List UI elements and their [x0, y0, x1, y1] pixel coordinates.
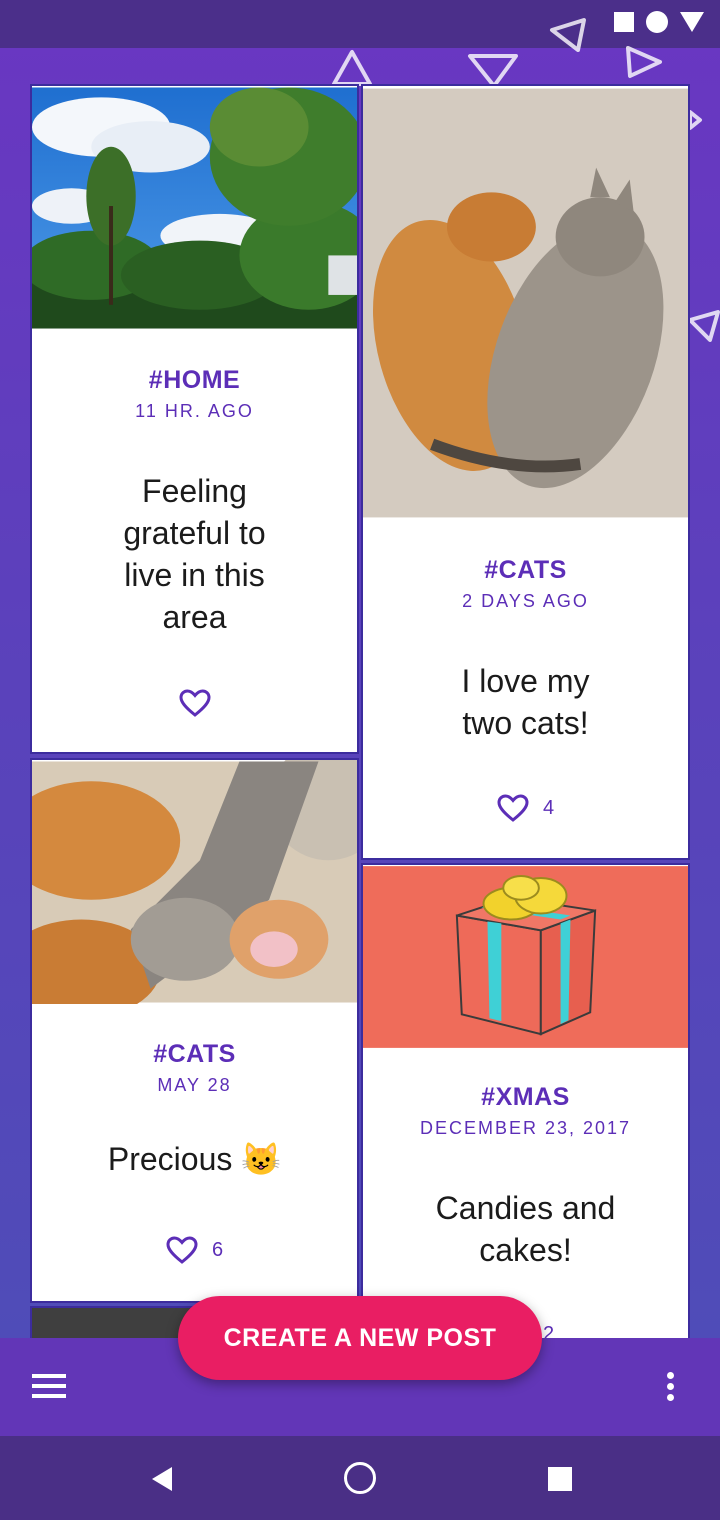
triangle-icon — [680, 12, 704, 32]
heart-icon[interactable] — [166, 1236, 198, 1264]
post-date: MAY 28 — [157, 1075, 232, 1095]
post-text: Candies and cakes! — [435, 1190, 616, 1268]
tree-sky-photo — [32, 87, 357, 329]
post-date: DECEMBER 23, 2017 — [419, 1118, 632, 1138]
like-row[interactable] — [32, 689, 357, 717]
post-card[interactable]: #HOME 11 HR. AGO Feeling grateful to liv… — [30, 84, 359, 754]
like-count: 6 — [211, 1238, 224, 1261]
home-icon[interactable] — [344, 1462, 376, 1494]
status-bar — [0, 0, 720, 48]
heart-icon[interactable] — [178, 689, 211, 717]
post-date: 11 HR. AGO — [135, 401, 254, 421]
like-count: 4 — [542, 796, 555, 819]
post-text: I love my two cats! — [461, 663, 590, 741]
like-row[interactable]: 4 — [363, 794, 688, 822]
heart-icon[interactable] — [497, 794, 529, 822]
post-text: Precious 😺 — [107, 1141, 282, 1177]
recents-icon[interactable] — [548, 1467, 572, 1491]
circle-icon — [646, 11, 668, 33]
cat-paws-photo — [32, 760, 357, 1004]
hamburger-menu-icon[interactable] — [32, 1374, 66, 1400]
post-tag[interactable]: #XMAS — [363, 1083, 688, 1112]
system-nav-bar — [0, 1436, 720, 1520]
square-icon — [614, 12, 634, 32]
post-tag[interactable]: #CATS — [32, 1040, 357, 1069]
gift-box-illustration — [363, 866, 688, 1048]
post-card[interactable]: #CATS 2 DAYS AGO I love my two cats! 4 — [361, 84, 690, 860]
create-post-button[interactable]: CREATE A NEW POST — [178, 1296, 542, 1380]
like-row[interactable]: 6 — [32, 1236, 357, 1264]
post-tag[interactable]: #HOME — [32, 366, 357, 395]
post-tag[interactable]: #CATS — [363, 556, 688, 585]
post-text: Feeling grateful to live in this area — [123, 473, 266, 635]
post-card[interactable]: #CATS MAY 28 Precious 😺 6 — [30, 758, 359, 1303]
more-vert-icon[interactable] — [662, 1372, 678, 1404]
back-icon[interactable] — [152, 1467, 172, 1491]
two-cats-photo — [363, 88, 688, 518]
post-date: 2 DAYS AGO — [462, 591, 589, 611]
